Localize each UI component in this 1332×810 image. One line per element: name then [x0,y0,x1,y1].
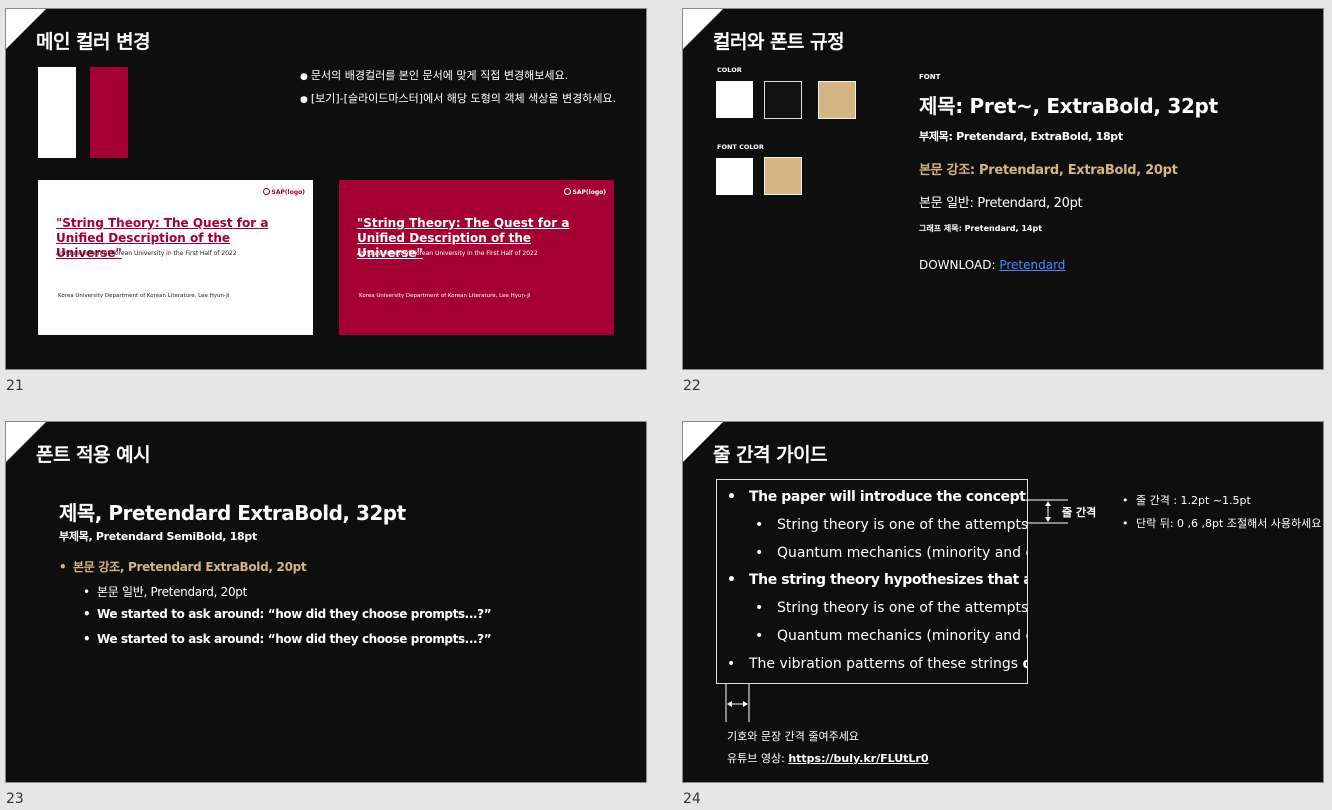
example-body: • We started to ask around: “how did they… [83,632,492,646]
slide-title: 폰트 적용 예시 [36,444,151,466]
pretendard-download-link[interactable]: Pretendard [999,258,1065,272]
white-color-swatch [38,67,76,158]
preview-footer: Korea University Department of Korean Li… [58,293,230,299]
slide-number: 24 [683,791,701,807]
font-label: FONT [919,73,941,81]
white-theme-preview: SAP(logo) "String Theory: The Quest for … [38,180,313,335]
font-graph-spec: 그래프 제목: Pretendard, 14pt [919,224,1043,233]
spacing-note: • 단락 뒤: 0 ,6 ,8pt 조절해서 사용하세요 [1122,517,1322,530]
preview-subtitle: Announcement of Korean University in the… [357,250,538,257]
black-swatch [764,81,802,119]
slide-number: 21 [6,378,24,394]
spacing-note: • 줄 간격 : 1.2pt ~1.5pt [1122,494,1251,507]
font-color-label: FONT COLOR [717,143,764,151]
line-spacing-label: 줄 간격 [1062,506,1097,519]
example-heading: 제목, Pretendard ExtraBold, 32pt [59,501,406,525]
accent-theme-preview: SAP(logo) "String Theory: The Quest for … [339,180,614,335]
logo: SAP(logo) [564,188,606,196]
preview-footer: Korea University Department of Korean Li… [359,293,531,299]
youtube-label: 유튜브 영상: [727,752,789,765]
example-subheading: 부제목, Pretendard SemiBold, 18pt [59,530,257,543]
beige-swatch [818,81,856,119]
slide-23-thumbnail[interactable]: 폰트 적용 예시 제목, Pretendard ExtraBold, 32pt … [5,421,647,783]
color-label: COLOR [717,66,742,74]
font-title-spec: 제목: Pret~, ExtraBold, 32pt [919,94,1218,118]
instruction-item: ● 문서의 배경컬러를 본인 문서에 맞게 직접 변경해보세요. [300,69,569,82]
beige-font-swatch [764,157,802,195]
slide-22-thumbnail[interactable]: 컬러와 폰트 규정 COLOR FONT COLOR FONT 제목: Pret… [682,8,1324,370]
font-body-spec: 본문 일반: Pretendard, 20pt [919,196,1083,211]
download-label: DOWNLOAD: [919,258,996,272]
download-line: DOWNLOAD: Pretendard [919,258,1065,272]
slide-number: 23 [6,791,24,807]
slide-title: 메인 컬러 변경 [36,31,151,53]
white-font-swatch [716,158,753,195]
font-emphasis-spec: 본문 강조: Pretendard, ExtraBold, 20pt [919,163,1178,178]
slide-number: 22 [683,378,701,394]
example-body: • 본문 일반, Pretendard, 20pt [83,585,248,599]
gap-note: 기호와 문장 간격 줄여주세요 [727,730,859,743]
white-swatch [716,81,753,118]
instruction-list: ● 문서의 배경컬러를 본인 문서에 맞게 직접 변경해보세요. ● [보기]-[슬… [300,65,616,111]
slide-24-thumbnail[interactable]: 줄 간격 가이드 • The paper will introduce the c… [682,421,1324,783]
font-subtitle-spec: 부제목: Pretendard, ExtraBold, 18pt [919,130,1123,143]
slide-21-thumbnail[interactable]: 메인 컬러 변경 ● 문서의 배경컬러를 본인 문서에 맞게 직접 변경해보세요.… [5,8,647,370]
example-emphasis: • 본문 강조, Pretendard ExtraBold, 20pt [59,560,307,574]
accent-color-swatch [90,67,128,158]
preview-subtitle: Announcement of Korean University in the… [56,250,237,257]
youtube-line: 유튜브 영상: https://buly.kr/FLUtLr0 [727,750,929,766]
instruction-item: ● [보기]-[슬라이드마스터]에서 해당 도형의 객체 색상을 변경하세요. [300,92,617,105]
logo: SAP(logo) [263,188,305,196]
slide-title: 컬러와 폰트 규정 [713,31,845,53]
youtube-link[interactable]: https://buly.kr/FLUtLr0 [788,752,928,765]
example-body: • We started to ask around: “how did they… [83,607,492,621]
